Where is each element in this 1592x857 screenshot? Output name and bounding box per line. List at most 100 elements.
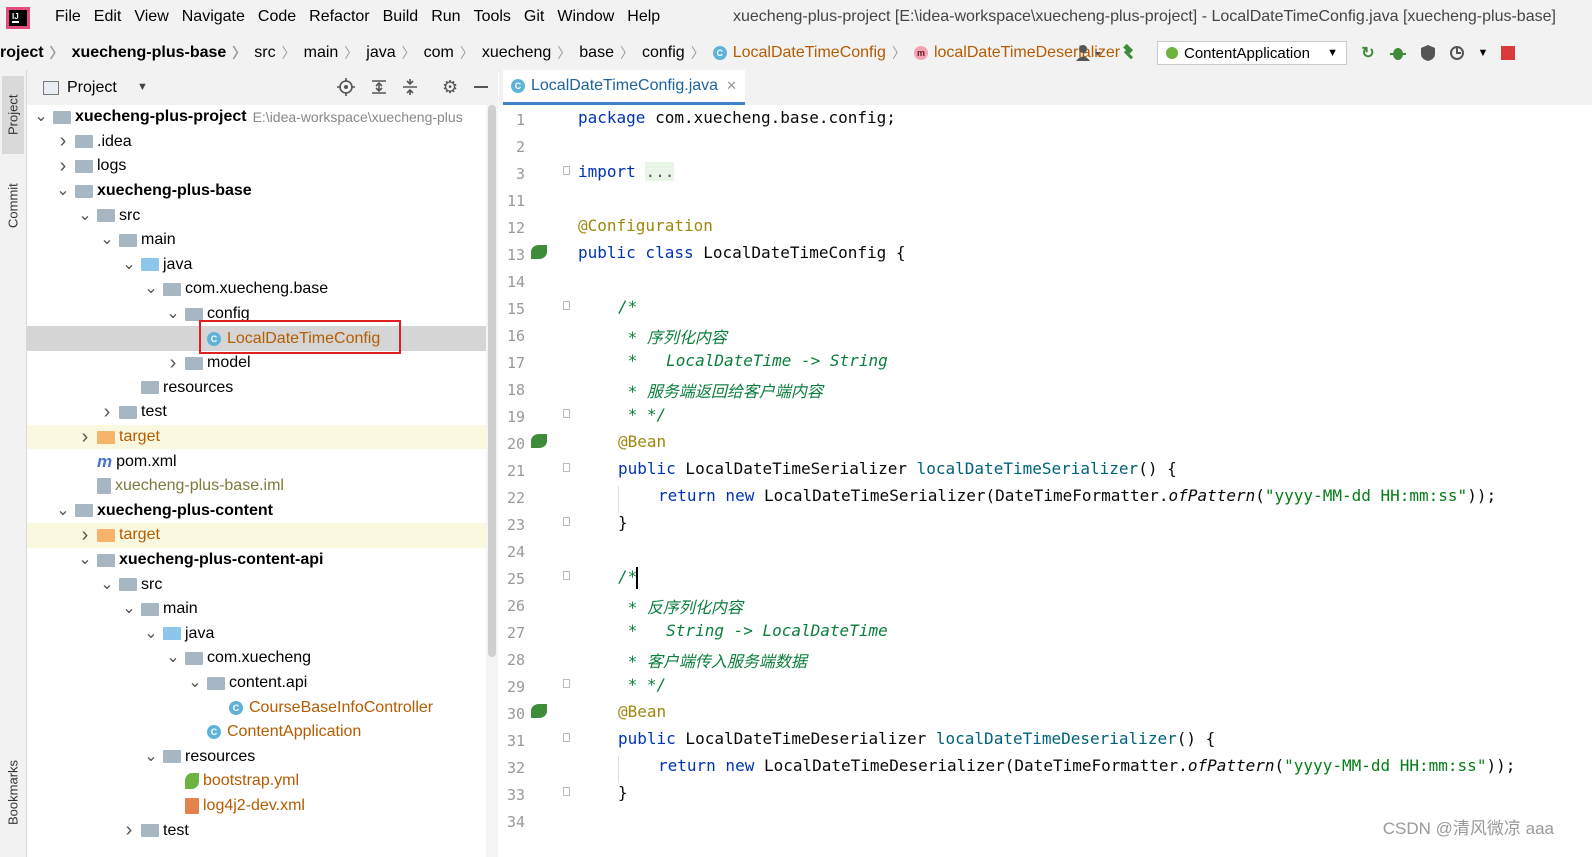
tree-item[interactable]: ⌄ java	[27, 622, 486, 647]
chevron-down-icon[interactable]: ⌄	[165, 650, 181, 666]
close-icon[interactable]: ✕	[726, 78, 737, 94]
fold-marker-icon[interactable]	[563, 571, 570, 580]
menu-build[interactable]: Build	[383, 8, 419, 26]
tree-item[interactable]: resources	[27, 376, 486, 401]
code-editor[interactable]: package com.xuecheng.base.config; import…	[571, 105, 1592, 857]
tree-item[interactable]: ⌄ xuecheng-plus-content	[27, 499, 486, 524]
tree-item[interactable]: ⌄ com.xuecheng	[27, 646, 486, 671]
chevron-right-icon[interactable]: ›	[121, 819, 137, 842]
user-icon[interactable]	[1073, 42, 1107, 64]
chevron-down-icon[interactable]: ⌄	[77, 552, 93, 568]
tree-item[interactable]: › target	[27, 523, 486, 548]
tree-item[interactable]: › target	[27, 424, 486, 450]
tree-item[interactable]: ⌄ src	[27, 203, 486, 228]
breadcrumb-com[interactable]: com 〉	[424, 43, 482, 63]
tree-item[interactable]: bootstrap.yml	[27, 769, 486, 794]
tree-item[interactable]: xuecheng-plus-base.iml	[27, 474, 486, 499]
menu-run[interactable]: Run	[431, 8, 460, 26]
gear-icon[interactable]: ⚙	[442, 77, 458, 98]
fold-marker-icon[interactable]	[563, 409, 570, 418]
menu-file[interactable]: File	[55, 8, 81, 26]
tree-item[interactable]: log4j2-dev.xml	[27, 794, 486, 819]
project-tool-tab[interactable]: Project	[2, 76, 24, 154]
tree-item[interactable]: ⌄ xuecheng-plus-project E:\idea-workspace\…	[27, 105, 486, 130]
menu-window[interactable]: Window	[557, 8, 614, 26]
scrollbar-thumb[interactable]	[488, 105, 496, 657]
breadcrumb-main[interactable]: main 〉	[304, 43, 367, 63]
folded-imports[interactable]: ...	[645, 162, 675, 181]
tree-item[interactable]: › model	[27, 351, 486, 376]
tree-item[interactable]: ⌄ resources	[27, 745, 486, 770]
menu-tools[interactable]: Tools	[474, 8, 511, 26]
chevron-down-icon[interactable]: ⌄	[99, 232, 115, 248]
chevron-right-icon[interactable]: ›	[77, 524, 93, 547]
breadcrumb-class[interactable]: C LocalDateTimeConfig 〉	[712, 43, 914, 63]
menu-refactor[interactable]: Refactor	[309, 8, 369, 26]
chevron-right-icon[interactable]: ›	[77, 426, 93, 449]
chevron-down-icon[interactable]: ⌄	[55, 502, 71, 518]
menu-code[interactable]: Code	[258, 8, 296, 26]
tree-item[interactable]: › test	[27, 818, 486, 843]
tree-item[interactable]: ⌄ xuecheng-plus-base	[27, 179, 486, 204]
breadcrumb-project[interactable]: roject 〉	[0, 43, 72, 63]
menu-edit[interactable]: Edit	[94, 8, 122, 26]
tree-item[interactable]: ⌄ main	[27, 597, 486, 622]
breadcrumb-java[interactable]: java 〉	[366, 43, 423, 63]
project-panel-title[interactable]: Project	[67, 79, 117, 97]
chevron-down-icon[interactable]: ⌄	[99, 576, 115, 592]
collapse-all-icon[interactable]	[401, 78, 419, 100]
tree-item[interactable]: ⌄ xuecheng-plus-content-api	[27, 548, 486, 573]
commit-tool-tab[interactable]: Commit	[2, 166, 24, 246]
tree-item[interactable]: › test	[27, 400, 486, 425]
debug-bug-icon[interactable]	[1387, 42, 1409, 64]
tree-item[interactable]: ⌄ content.api	[27, 671, 486, 696]
tree-item[interactable]: ⌄ src	[27, 572, 486, 597]
fold-marker-icon[interactable]	[563, 679, 570, 688]
chevron-down-icon[interactable]: ⌄	[165, 306, 181, 322]
menu-view[interactable]: View	[134, 8, 168, 26]
chevron-down-icon[interactable]: ⌄	[143, 281, 159, 297]
chevron-down-icon[interactable]: ▼	[137, 81, 148, 93]
bookmarks-tool-tab[interactable]: Bookmarks	[2, 742, 24, 842]
chevron-right-icon[interactable]: ›	[55, 130, 71, 153]
breadcrumb-xuecheng[interactable]: xuecheng 〉	[482, 43, 579, 63]
fold-marker-icon[interactable]	[563, 787, 570, 796]
tree-item[interactable]: ⌄ com.xuecheng.base	[27, 277, 486, 302]
tab-localdatetimeconfig[interactable]: C LocalDateTimeConfig.java ✕	[503, 70, 745, 105]
rerun-icon[interactable]: ↻	[1357, 42, 1379, 64]
menu-help[interactable]: Help	[627, 8, 660, 26]
breadcrumb-module[interactable]: xuecheng-plus-base 〉	[72, 43, 255, 63]
chevron-right-icon[interactable]: ›	[165, 352, 181, 375]
project-tree-scrollbar[interactable]	[486, 105, 498, 857]
chevron-down-icon[interactable]: ⌄	[121, 256, 137, 272]
chevron-down-icon[interactable]: ⌄	[77, 207, 93, 223]
menu-navigate[interactable]: Navigate	[182, 8, 245, 26]
breadcrumb-src[interactable]: src 〉	[254, 43, 303, 63]
run-configuration-select[interactable]: ContentApplication ▼	[1157, 41, 1347, 65]
locate-target-icon[interactable]	[337, 78, 355, 100]
chevron-down-icon[interactable]: ⌄	[143, 748, 159, 764]
chevron-right-icon[interactable]: ›	[99, 401, 115, 424]
expand-all-icon[interactable]	[370, 78, 388, 100]
fold-marker-icon[interactable]	[563, 733, 570, 742]
breadcrumb-config[interactable]: config 〉	[642, 43, 713, 63]
tree-item[interactable]: › .idea	[27, 130, 486, 155]
chevron-down-icon[interactable]: ⌄	[143, 625, 159, 641]
fold-marker-icon[interactable]	[563, 301, 570, 310]
profile-icon[interactable]	[1447, 42, 1469, 64]
chevron-down-icon[interactable]: ⌄	[33, 109, 49, 125]
breadcrumb-base[interactable]: base 〉	[579, 43, 642, 63]
spring-bean-gutter-icon[interactable]	[531, 704, 547, 718]
spring-bean-gutter-icon[interactable]	[531, 245, 547, 259]
tree-item[interactable]: m pom.xml	[27, 449, 486, 474]
fold-marker-icon[interactable]	[563, 166, 570, 175]
tree-item[interactable]: ⌄ java	[27, 253, 486, 278]
tree-item[interactable]: ⌄ main	[27, 228, 486, 253]
tree-item[interactable]: › logs	[27, 154, 486, 179]
chevron-down-icon[interactable]: ⌄	[121, 601, 137, 617]
fold-marker-icon[interactable]	[563, 463, 570, 472]
tree-item[interactable]: C ContentApplication	[27, 720, 486, 745]
hide-panel-icon[interactable]	[474, 86, 488, 88]
spring-bean-gutter-icon[interactable]	[531, 434, 547, 448]
build-hammer-icon[interactable]	[1115, 42, 1137, 64]
